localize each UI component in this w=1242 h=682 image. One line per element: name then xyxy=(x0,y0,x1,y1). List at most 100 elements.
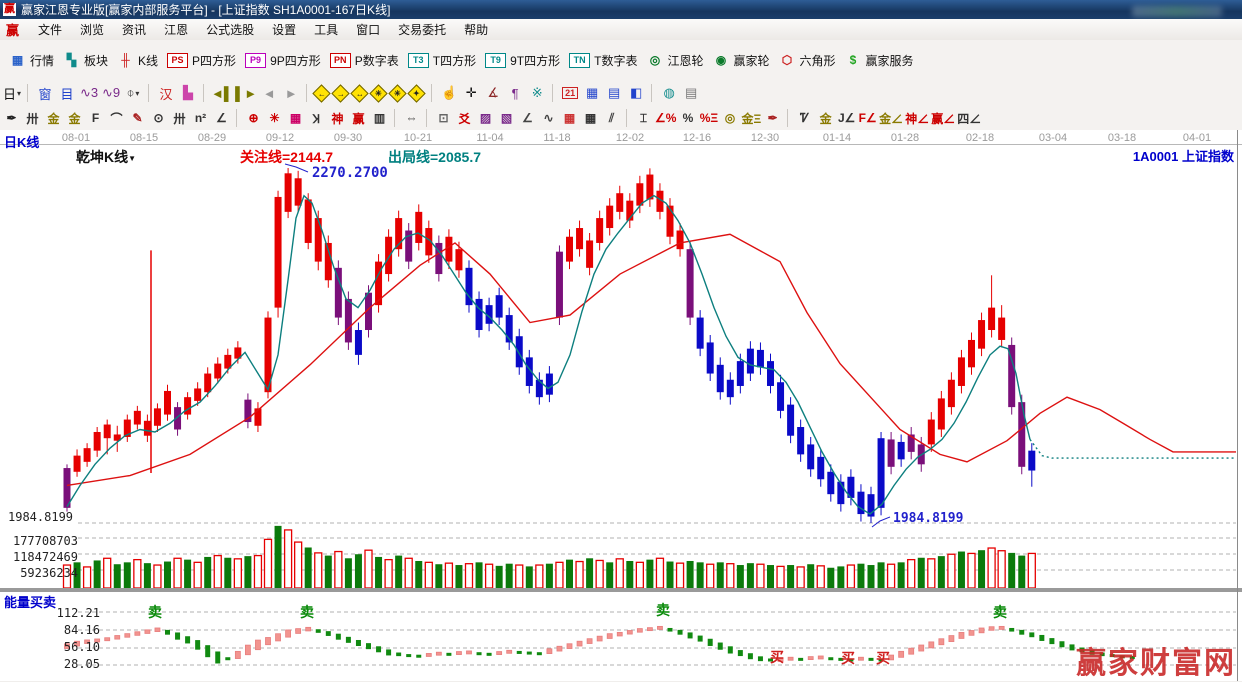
quotes-button[interactable]: ▦行情 xyxy=(9,52,54,69)
parallel-icon[interactable]: ⫽ xyxy=(602,109,621,128)
teal-tool-button[interactable]: ※ xyxy=(527,83,547,103)
t-square-button[interactable]: T3T四方形 xyxy=(408,52,476,69)
pen-tool-icon[interactable]: ✒ xyxy=(2,109,21,128)
red-mesh-icon[interactable]: ▦ xyxy=(560,109,579,128)
gold-ladder-icon[interactable]: 金 xyxy=(44,109,63,128)
wave9-icon[interactable]: ∿9 xyxy=(101,83,121,103)
gann-plain-button[interactable]: ✦ xyxy=(407,84,425,102)
window-layout-icon[interactable]: 窗 xyxy=(35,83,55,103)
angle-icon[interactable]: ∠ xyxy=(212,109,231,128)
t9-square-button[interactable]: T99T四方形 xyxy=(485,52,560,69)
purple-tool-button[interactable]: ¶ xyxy=(505,83,525,103)
sectors-button[interactable]: ▚板块 xyxy=(63,52,108,69)
menu-item-1[interactable]: 浏览 xyxy=(71,19,113,40)
f-ladder-icon[interactable]: F xyxy=(86,109,105,128)
title-bar[interactable]: 赢 赢家江恩专业版[赢家内部服务平台] - [上证指数 SH1A0001-167… xyxy=(0,0,1242,19)
menu-item-0[interactable]: 文件 xyxy=(29,19,71,40)
angle-measure-button[interactable]: ∡ xyxy=(483,83,503,103)
hexagon-button[interactable]: ⬡六角形 xyxy=(779,52,836,69)
hand-tool-button[interactable]: ☝ xyxy=(439,83,459,103)
gold-ladder2-icon[interactable]: 金 xyxy=(65,109,84,128)
ruler123-icon[interactable]: ▥ xyxy=(370,109,389,128)
win-grid-icon[interactable]: 赢 xyxy=(349,109,368,128)
kline-button[interactable]: ╫K线 xyxy=(117,52,158,69)
p-square-button[interactable]: PSP四方形 xyxy=(167,52,236,69)
gold-angle-icon[interactable]: 金∠ xyxy=(879,109,903,128)
win-angle-icon[interactable]: 赢∠ xyxy=(931,109,955,128)
crosshair-tool-button[interactable]: ✛ xyxy=(461,83,481,103)
mesh-icon[interactable]: ▦ xyxy=(581,109,600,128)
f-angle-icon[interactable]: F∠ xyxy=(858,109,877,128)
menu-item-9[interactable]: 帮助 xyxy=(455,19,497,40)
grid-ladder-icon[interactable]: 卅 xyxy=(170,109,189,128)
prev-button[interactable]: ◄ xyxy=(259,83,279,103)
document-button[interactable]: ▤ xyxy=(604,83,624,103)
wave3-icon[interactable]: ∿3 xyxy=(79,83,99,103)
p-table-button[interactable]: PNP数字表 xyxy=(330,52,399,69)
menu-item-7[interactable]: 窗口 xyxy=(347,19,389,40)
menu-item-8[interactable]: 交易委托 xyxy=(389,19,455,40)
pane-separator[interactable] xyxy=(0,588,1242,592)
n-square-icon[interactable]: n² xyxy=(191,109,210,128)
list-view-icon[interactable]: 目 xyxy=(57,83,77,103)
last-page-button[interactable]: ▌► xyxy=(235,83,257,103)
shen-angle-icon[interactable]: 神∠ xyxy=(905,109,929,128)
menu-item-4[interactable]: 公式选股 xyxy=(197,19,263,40)
gann-star2-button[interactable]: ✳ xyxy=(388,84,406,102)
trend-lines-icon[interactable]: ∠ xyxy=(518,109,537,128)
chinese-marker-icon[interactable]: 汉 xyxy=(156,83,176,103)
save-button[interactable]: ◧ xyxy=(626,83,646,103)
gold-circle-icon[interactable]: ◎ xyxy=(720,109,739,128)
gann-star-button[interactable]: ✳ xyxy=(369,84,387,102)
menu-item-6[interactable]: 工具 xyxy=(305,19,347,40)
j-angle-icon[interactable]: J∠ xyxy=(837,109,856,128)
gann-left-button[interactable]: ← xyxy=(312,84,330,102)
web-button[interactable]: ◍ xyxy=(659,83,679,103)
red-pen-icon[interactable]: ✒ xyxy=(763,109,782,128)
purple-box2-icon[interactable]: ▧ xyxy=(497,109,516,128)
percent-icon[interactable]: % xyxy=(678,109,697,128)
color-chart-icon[interactable]: ▙ xyxy=(178,83,198,103)
box-tool-icon[interactable]: ⊡ xyxy=(434,109,453,128)
gold-levels-icon[interactable]: 金Ξ xyxy=(741,109,761,128)
red-grid-icon[interactable]: ▦ xyxy=(286,109,305,128)
percent-angle-icon[interactable]: ∠% xyxy=(655,109,676,128)
k-mark-icon[interactable]: Ʞ xyxy=(307,109,326,128)
gann-right-button[interactable]: → xyxy=(331,84,349,102)
h-span-icon[interactable]: ⇔ xyxy=(402,109,421,128)
shen-grid-icon[interactable]: 神 xyxy=(328,109,347,128)
ladder-tool-icon[interactable]: 卅 xyxy=(23,109,42,128)
zigzag-icon[interactable]: ∿ xyxy=(539,109,558,128)
calculator-button[interactable]: ▦ xyxy=(582,83,602,103)
winner-service-button[interactable]: $赢家服务 xyxy=(845,52,914,69)
gann-both-button[interactable]: ↔ xyxy=(350,84,368,102)
cycle-tool-icon[interactable]: ⊙ xyxy=(149,109,168,128)
purple-box-icon[interactable]: ▨ xyxy=(476,109,495,128)
winner-wheel-button[interactable]: ◉赢家轮 xyxy=(712,52,769,69)
menu-logo-icon: 赢 xyxy=(6,20,19,39)
t-table-button[interactable]: TNT数字表 xyxy=(569,52,637,69)
next-button[interactable]: ► xyxy=(281,83,301,103)
calendar-button[interactable]: 21 xyxy=(560,83,580,103)
gann-wheel-button[interactable]: ◎江恩轮 xyxy=(646,52,703,69)
p9-square-button[interactable]: P99P四方形 xyxy=(245,52,321,69)
main-chart[interactable]: 2270.27001984.8199卖卖卖卖买买买 xyxy=(0,130,1242,681)
red-starburst-icon[interactable]: ✳ xyxy=(265,109,284,128)
scale-tool-icon[interactable]: ⌶ xyxy=(634,109,653,128)
first-page-button[interactable]: ◄▌ xyxy=(211,83,233,103)
percent-levels-icon[interactable]: %Ξ xyxy=(699,109,718,128)
menu-item-2[interactable]: 资讯 xyxy=(113,19,155,40)
gold-line-icon[interactable]: 金 xyxy=(816,109,835,128)
menu-item-5[interactable]: 设置 xyxy=(263,19,305,40)
indicator-mark xyxy=(225,657,230,660)
bottle-tool-icon[interactable]: ⌽▾ xyxy=(123,83,143,103)
fan-lines-icon[interactable]: 爻 xyxy=(455,109,474,128)
period-day-button[interactable]: 日▾ xyxy=(2,83,22,103)
menu-item-3[interactable]: 江恩 xyxy=(155,19,197,40)
four-angle-icon[interactable]: 四∠ xyxy=(957,109,981,128)
pen-ladder-icon[interactable]: ✎ xyxy=(128,109,147,128)
arc-tool-icon[interactable]: ⌒ xyxy=(107,109,126,128)
red-circle-cross-icon[interactable]: ⊕ xyxy=(244,109,263,128)
v-tool-icon[interactable]: Ꮴ xyxy=(795,109,814,128)
print-button[interactable]: ▤ xyxy=(681,83,701,103)
